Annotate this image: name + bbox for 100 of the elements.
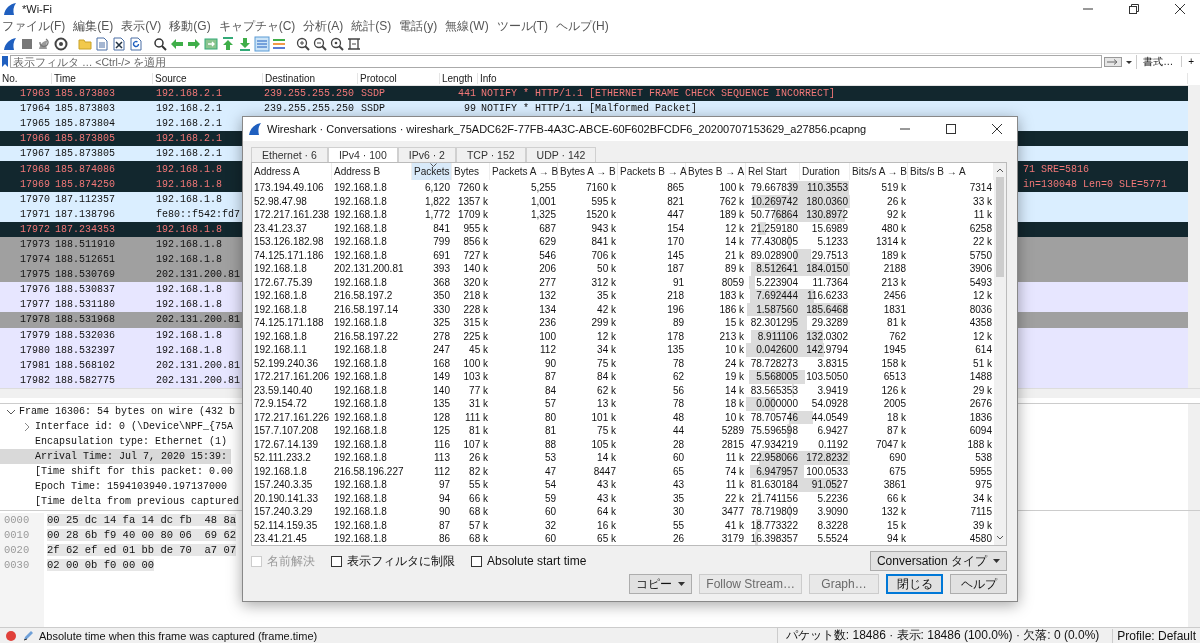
column-header[interactable]: Bits/s A → B (850, 163, 908, 180)
column-header[interactable]: Bytes (452, 163, 490, 180)
menu-item[interactable]: ツール(T) (496, 17, 548, 35)
table-cell-text: 173.194.49.106 (253, 181, 325, 195)
table-cell-text: 74.125.171.188 (253, 316, 325, 330)
column-header[interactable]: No. (0, 72, 52, 84)
column-header[interactable]: Protocol (358, 72, 440, 84)
up-arrow-icon[interactable] (220, 35, 236, 52)
maximize-icon[interactable] (945, 123, 957, 135)
column-header[interactable]: Destination (263, 72, 358, 84)
table-cell-text: 192.168.1.8 (155, 344, 223, 356)
column-header[interactable]: Packets A → B (490, 163, 558, 180)
close-icon[interactable] (991, 123, 1003, 135)
status-dot-icon[interactable] (5, 629, 17, 642)
zoom-reset-icon[interactable] (329, 35, 345, 52)
packet-row[interactable]: 17964 185.873803 192.168.2.1 239.255.255.250 SSDP 99 NOTIFY * HTTP/1.1 [Malformed Packet] (0, 101, 1188, 117)
menu-item[interactable]: 表示(V) (121, 17, 162, 35)
scrollbar-thumb[interactable] (996, 177, 1004, 277)
table-cell-text: 192.168.1.8 (333, 316, 388, 330)
table-cell-text: 78 (671, 397, 685, 411)
tree-item[interactable]: Encapsulation type: Ethernet (1) (0, 434, 228, 449)
table-cell-text: 3477 (720, 505, 745, 519)
scrollbar[interactable] (1188, 511, 1200, 627)
menu-item[interactable]: ファイル(F) (2, 17, 66, 35)
tree-item[interactable]: Arrival Time: Jul 7, 2020 15:39: (0, 449, 232, 464)
menu-item[interactable]: ヘルプ(H) (556, 17, 609, 35)
table-cell-text: 192.168.2.1 (155, 118, 223, 130)
table-cell-text: 6513 (882, 370, 907, 384)
conversation-type-button[interactable]: Conversation タイプ (869, 551, 1007, 571)
table-cell-text: 192.168.1.8 (333, 383, 388, 398)
menu-item[interactable]: 移動(G) (169, 17, 211, 35)
down-arrow-icon[interactable] (237, 35, 253, 52)
menu-item[interactable]: 編集(E) (73, 17, 114, 35)
restore-icon[interactable] (1128, 3, 1140, 15)
table-cell-text: 192.168.1.8 (333, 248, 388, 263)
scrollbar[interactable] (1188, 404, 1200, 510)
scroll-down-icon[interactable] (996, 535, 1004, 541)
button[interactable]: 閉じる (886, 574, 943, 594)
tree-item[interactable]: [Time delta from previous captured (0, 494, 240, 509)
column-header[interactable]: Length (440, 72, 478, 84)
autoscroll-icon[interactable] (254, 35, 270, 52)
zoom-in-icon[interactable] (295, 35, 311, 52)
checkbox[interactable]: 表示フィルタに制限 (331, 552, 455, 570)
table-cell-text: 81 k (468, 424, 489, 438)
scroll-up-icon[interactable] (996, 167, 1004, 173)
column-header[interactable]: Packets (412, 163, 452, 180)
menu-item[interactable]: 無線(W) (445, 17, 489, 35)
menu-item[interactable]: キャプチャ(C) (218, 17, 296, 35)
table-cell-text: 18 k (724, 397, 745, 411)
zoom-out-icon[interactable] (312, 35, 328, 52)
jump-icon[interactable] (203, 35, 219, 52)
menu-item[interactable]: 分析(A) (303, 17, 344, 35)
tab[interactable]: UDP · 142 (525, 147, 597, 162)
tab[interactable]: TCP · 152 (455, 147, 526, 162)
column-header[interactable]: Address A (252, 163, 332, 180)
column-header[interactable]: Bytes B → A (686, 163, 746, 180)
shark-fin-icon[interactable] (2, 35, 18, 52)
button[interactable]: ヘルプ (950, 574, 1007, 594)
table-cell: 5.223904 (746, 275, 800, 290)
reload-icon[interactable] (128, 35, 144, 52)
filter-field[interactable]: 表示フィルタ … <Ctrl-/> を適用 (10, 55, 1103, 68)
close-file-icon[interactable] (111, 35, 127, 52)
format-button[interactable]: 書式… (1136, 54, 1180, 69)
tree-item[interactable]: Frame 16306: 54 bytes on wire (432 b (0, 404, 236, 419)
menu-item[interactable]: 統計(S) (351, 17, 392, 35)
scrollbar[interactable] (1188, 85, 1200, 388)
bookmark-icon[interactable] (2, 56, 8, 67)
column-header[interactable]: Duration (800, 163, 850, 180)
tree-item[interactable]: Interface id: 0 (\Device\NPF_{75A (0, 419, 234, 434)
table-cell-text: 11.7364 (811, 275, 849, 290)
menu-item[interactable]: 電話(y) (399, 17, 438, 35)
profile-label[interactable]: Profile: Default (1112, 628, 1200, 643)
table-cell-text: 17970 (19, 193, 51, 205)
table-cell-text: 17963 (19, 88, 51, 100)
table-cell-text: 202.131.200.81 (155, 269, 241, 281)
column-header[interactable]: Info (478, 72, 1188, 84)
packet-row[interactable]: 17963 185.873803 192.168.2.1 239.255.255.250 SSDP 441 NOTIFY * HTTP/1.1 [ETHERNET FRAME CHECK SEQUENCE INCORRECT] (0, 86, 1188, 102)
table-cell-text: 192.168.1.8 (333, 451, 388, 465)
pencil-icon[interactable] (22, 629, 34, 642)
column-header[interactable]: Bytes A → B (558, 163, 618, 180)
tab[interactable]: Ethernet · 6 (251, 147, 328, 162)
button[interactable]: コピー (629, 574, 693, 594)
column-header[interactable]: Time (52, 72, 153, 84)
column-header[interactable]: Rel Start (746, 163, 800, 180)
checkbox[interactable]: Absolute start time (471, 554, 587, 568)
tree-item[interactable]: Epoch Time: 1594103940.197137000 (0, 479, 228, 494)
column-header[interactable]: Packets B → A (618, 163, 686, 180)
tab[interactable]: IPv4 · 100 (327, 147, 398, 162)
close-icon[interactable] (1174, 3, 1186, 15)
table-cell-text: 188.512651 (54, 254, 116, 266)
table-cell-text: 841 k (590, 235, 617, 249)
collapsed-caret-icon[interactable] (22, 421, 32, 432)
column-header[interactable]: Source (153, 72, 263, 84)
tree-item[interactable]: [Time shift for this packet: 0.00 (0, 464, 234, 479)
resize-columns-icon[interactable] (346, 35, 362, 52)
table-cell-text: 821 (666, 194, 685, 209)
scrollbar[interactable] (994, 163, 1006, 545)
search-icon[interactable] (152, 35, 168, 52)
tab[interactable]: IPv6 · 2 (397, 147, 456, 162)
add-button[interactable]: + (1181, 56, 1200, 67)
